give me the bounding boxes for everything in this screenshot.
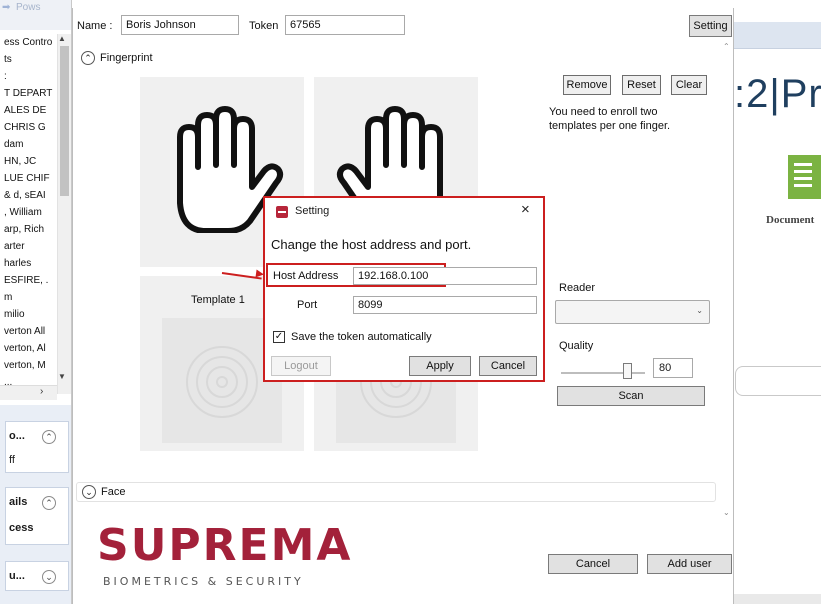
- suprema-logo: SUPREMA: [97, 520, 353, 571]
- sidebar-panel-3: u... ⌄: [5, 561, 69, 591]
- sidebar-panel-sub: ff: [9, 454, 15, 466]
- face-section-title: Face: [101, 486, 126, 498]
- chevron-down-icon[interactable]: ⌄: [82, 485, 96, 499]
- name-label: Name :: [77, 20, 113, 32]
- dialog-heading: Change the host address and port.: [271, 237, 472, 252]
- save-token-checkbox[interactable]: ✓: [273, 331, 285, 343]
- cancel-dialog-button[interactable]: Cancel: [479, 356, 537, 376]
- left-sidebar: ➡ Pows ess Contro ts: T DEPART ALES DE CHRIS…: [0, 0, 72, 604]
- host-address-input[interactable]: 192.168.0.100: [353, 267, 537, 285]
- scroll-right-icon[interactable]: ›: [40, 386, 43, 397]
- remove-button[interactable]: Remove: [563, 75, 611, 95]
- port-label: Port: [297, 299, 318, 311]
- chevron-up-icon[interactable]: ⌃: [81, 51, 95, 65]
- cancel-button[interactable]: Cancel: [548, 554, 638, 574]
- sidebar-panel-sub: cess: [9, 522, 34, 534]
- logout-button[interactable]: Logout: [271, 356, 331, 376]
- chevron-down-icon[interactable]: ⌄: [42, 570, 56, 584]
- scroll-down-icon[interactable]: ⌄: [723, 508, 730, 517]
- background-app-divider: [731, 48, 821, 49]
- enroll-instruction: You need to enroll two templates per one…: [549, 106, 671, 132]
- setting-dialog: Setting × Change the host address and po…: [263, 196, 545, 382]
- sidebar-panel-heading: ails: [9, 496, 28, 508]
- quality-value-field[interactable]: 80: [653, 358, 693, 378]
- name-field[interactable]: Boris Johnson: [121, 15, 239, 35]
- background-brand-text: :2|Prc: [734, 72, 821, 116]
- save-token-label: Save the token automatically: [291, 331, 432, 343]
- documents-icon[interactable]: [788, 155, 821, 199]
- quality-slider-thumb[interactable]: [623, 363, 633, 379]
- chevron-down-icon: ⌄: [696, 306, 703, 315]
- reader-label: Reader: [559, 282, 596, 294]
- quality-slider-track[interactable]: [561, 372, 645, 374]
- fingerprint-section-header[interactable]: ⌃ Fingerprint: [76, 48, 716, 68]
- app-icon: [276, 206, 288, 218]
- chevron-up-icon[interactable]: ⌃: [42, 430, 56, 444]
- sidebar-panel-1: o... ⌃ ff: [5, 421, 69, 473]
- host-address-label: Host Address: [273, 270, 339, 282]
- dialog-title: Setting: [295, 205, 330, 217]
- suprema-tagline: BIOMETRICS & SECURITY: [103, 575, 304, 588]
- token-field[interactable]: 67565: [285, 15, 405, 35]
- sidebar-top-text: Pows: [16, 2, 41, 13]
- tree-scrollbar-thumb[interactable]: [60, 46, 69, 196]
- tree-horizontal-scrollbar[interactable]: [0, 385, 57, 400]
- background-app-topbar: [731, 22, 821, 48]
- face-section-header[interactable]: ⌄ Face: [76, 482, 716, 502]
- setting-button[interactable]: Setting: [689, 15, 732, 37]
- close-icon[interactable]: ×: [521, 201, 530, 218]
- background-search-field[interactable]: [735, 366, 821, 396]
- scroll-up-icon[interactable]: ⌃: [723, 42, 730, 51]
- reset-button[interactable]: Reset: [622, 75, 661, 95]
- clear-button[interactable]: Clear: [671, 75, 707, 95]
- sidebar-panel-2: ails ⌃ cess: [5, 487, 69, 545]
- add-user-button[interactable]: Add user: [647, 554, 732, 574]
- scan-button[interactable]: Scan: [557, 386, 705, 406]
- sidebar-panel-heading: u...: [9, 570, 25, 582]
- template-1-label: Template 1: [191, 294, 245, 306]
- scroll-up-icon[interactable]: ▲: [58, 34, 66, 43]
- apply-button[interactable]: Apply: [409, 356, 471, 376]
- port-input[interactable]: 8099: [353, 296, 537, 314]
- quality-label: Quality: [559, 340, 594, 352]
- sidebar-panel-heading: o...: [9, 430, 25, 442]
- documents-label[interactable]: Document: [766, 214, 814, 226]
- chevron-up-icon[interactable]: ⌃: [42, 496, 56, 510]
- sidebar-panels: o... ⌃ ff ails ⌃ cess u... ⌄: [0, 405, 71, 604]
- token-label: Token: [249, 20, 279, 32]
- reader-dropdown[interactable]: ⌄: [555, 300, 710, 324]
- scroll-down-icon[interactable]: ▼: [58, 372, 66, 381]
- background-bottom-bar: [731, 594, 821, 604]
- back-arrow-icon[interactable]: ➡: [2, 2, 10, 13]
- fingerprint-section-title: Fingerprint: [100, 52, 153, 64]
